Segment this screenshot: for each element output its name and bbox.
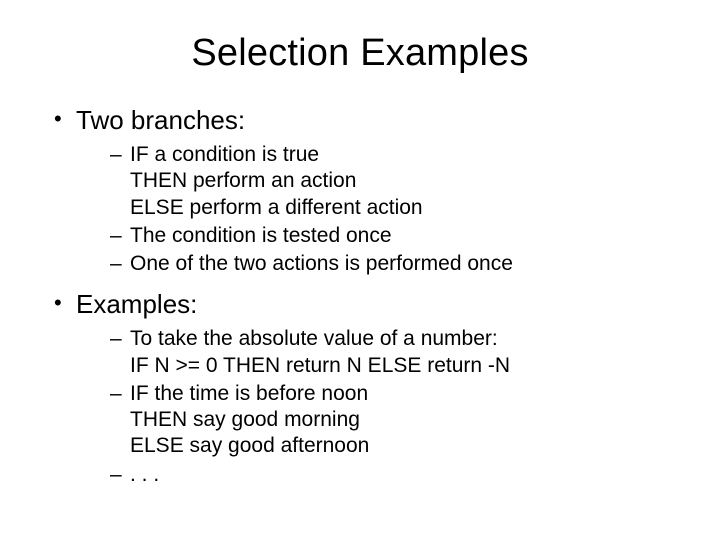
sub-item: The condition is tested once — [110, 223, 680, 249]
sub-line: IF N >= 0 THEN return N ELSE return -N — [130, 353, 680, 379]
section-examples: Examples: To take the absolute value of … — [54, 287, 680, 488]
sub-item: One of the two actions is performed once — [110, 251, 680, 277]
sub-line: . . . — [130, 462, 680, 488]
sub-list: To take the absolute value of a number: … — [76, 326, 680, 488]
section-label: Examples: — [76, 289, 197, 319]
sub-line: ELSE say good afternoon — [130, 433, 680, 459]
section-two-branches: Two branches: IF a condition is true THE… — [54, 103, 680, 277]
sub-line: THEN perform an action — [130, 168, 680, 194]
sub-line: ELSE perform a different action — [130, 195, 680, 221]
bullet-list: Two branches: IF a condition is true THE… — [40, 103, 680, 488]
sub-line: The condition is tested once — [130, 223, 680, 249]
sub-list: IF a condition is true THEN perform an a… — [76, 142, 680, 277]
section-label: Two branches: — [76, 105, 245, 135]
sub-item: IF the time is before noon THEN say good… — [110, 381, 680, 460]
sub-item: . . . — [110, 462, 680, 488]
sub-item: IF a condition is true THEN perform an a… — [110, 142, 680, 221]
sub-line: One of the two actions is performed once — [130, 251, 680, 277]
sub-line: IF a condition is true — [130, 142, 680, 168]
sub-line: To take the absolute value of a number: — [130, 326, 680, 352]
sub-line: IF the time is before noon — [130, 381, 680, 407]
slide-title: Selection Examples — [40, 32, 680, 75]
slide: Selection Examples Two branches: IF a co… — [0, 0, 720, 540]
sub-line: THEN say good morning — [130, 407, 680, 433]
sub-item: To take the absolute value of a number: … — [110, 326, 680, 379]
